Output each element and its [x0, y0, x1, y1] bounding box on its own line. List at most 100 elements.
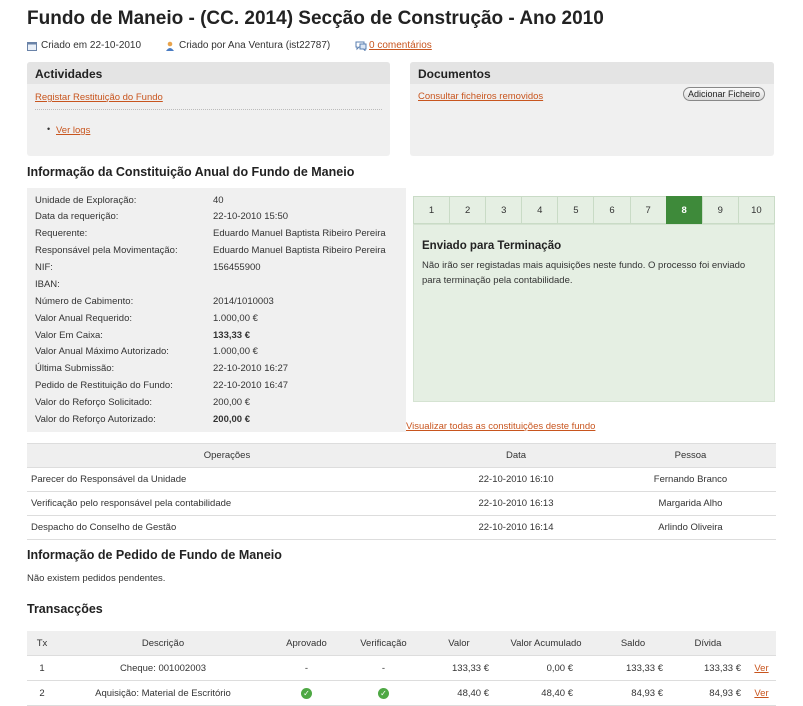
- info-label: Valor Anual Máximo Autorizado:: [35, 346, 169, 357]
- info-label: NIF:: [35, 262, 53, 273]
- column-header: Pessoa: [605, 443, 776, 468]
- table-row: Despacho do Conselho de Gestão 22-10-201…: [27, 515, 776, 540]
- constituicao-info: Unidade de Exploração: 40 Data da requer…: [27, 188, 406, 432]
- data-cell: 22-10-2010 16:10: [427, 467, 605, 492]
- info-label: Última Submissão:: [35, 363, 115, 374]
- pessoa-cell: Arlindo Oliveira: [605, 515, 776, 540]
- created-by-text: Criado por Ana Ventura (ist22787): [179, 40, 331, 51]
- info-value: 133,33 €: [213, 330, 250, 341]
- info-label: Valor Anual Requerido:: [35, 313, 132, 324]
- info-value: 22-10-2010 16:47: [213, 380, 289, 391]
- created-on: Criado em 22-10-2010: [27, 40, 141, 51]
- transaccoes-table: Tx Descrição Aprovado Verificação Valor …: [27, 631, 776, 706]
- info-label: Número de Cabimento:: [35, 296, 134, 307]
- calendar-icon: [27, 41, 37, 51]
- info-value: 22-10-2010 16:27: [213, 363, 289, 374]
- comment-icon: [355, 41, 367, 52]
- check-icon: ✓: [378, 687, 389, 699]
- check-icon: ✓: [301, 687, 312, 699]
- tx-cell: 1: [27, 655, 57, 681]
- transaccoes-title: Transacções: [27, 602, 103, 616]
- column-header: Descrição: [57, 631, 269, 656]
- info-label: Valor do Reforço Solicitado:: [35, 397, 153, 408]
- consultar-removidos-link[interactable]: Consultar ficheiros removidos: [418, 91, 543, 102]
- info-label: Unidade de Exploração:: [35, 195, 137, 206]
- info-label: IBAN:: [35, 279, 60, 290]
- step-2[interactable]: 2: [449, 196, 486, 224]
- info-label: Responsável pela Movimentação:: [35, 245, 178, 256]
- descricao-cell: Cheque: 001002003: [57, 655, 269, 681]
- operacoes-table: Operações Data Pessoa Parecer do Respons…: [27, 443, 776, 540]
- column-header: Dívida: [669, 631, 747, 656]
- status-text-1: Não irão ser registadas mais aquisições …: [422, 260, 746, 271]
- column-header: Operações: [27, 443, 427, 468]
- table-row: 1 Cheque: 001002003 - - 133,33 € 0,00 € …: [27, 655, 776, 681]
- table-header-row: Operações Data Pessoa: [27, 443, 776, 468]
- table-row: Verificação pelo responsável pela contab…: [27, 491, 776, 516]
- status-text-2: para terminação pela contabilidade.: [422, 275, 573, 286]
- step-4[interactable]: 4: [521, 196, 558, 224]
- info-value: Eduardo Manuel Baptista Ribeiro Pereira: [213, 245, 386, 256]
- info-value: 156455900: [213, 262, 261, 273]
- status-title: Enviado para Terminação: [422, 240, 562, 252]
- registar-restituicao-link[interactable]: Registar Restituição do Fundo: [35, 92, 163, 103]
- acumulado-cell: 0,00 €: [495, 655, 597, 681]
- step-7[interactable]: 7: [629, 196, 666, 224]
- valor-cell: 133,33 €: [423, 655, 495, 681]
- info-value: 2014/1010003: [213, 296, 274, 307]
- divida-cell: 133,33 €: [669, 655, 747, 681]
- info-value: 200,00 €: [213, 414, 250, 425]
- column-header: Aprovado: [269, 631, 344, 656]
- column-header: Tx: [27, 631, 57, 656]
- table-row: Parecer do Responsável da Unidade 22-10-…: [27, 467, 776, 492]
- step-6[interactable]: 6: [593, 196, 630, 224]
- page-title: Fundo de Maneio - (CC. 2014) Secção de C…: [27, 8, 604, 29]
- ver-link[interactable]: Ver: [754, 663, 768, 674]
- pessoa-cell: Fernando Branco: [605, 467, 776, 492]
- step-5[interactable]: 5: [557, 196, 594, 224]
- process-steps: 1 2 3 4 5 6 7 8 9 10: [413, 196, 775, 229]
- table-header-row: Tx Descrição Aprovado Verificação Valor …: [27, 631, 776, 656]
- column-header: Data: [427, 443, 605, 468]
- created-by: Criado por Ana Ventura (ist22787): [165, 40, 330, 51]
- verificacao-cell: -: [344, 655, 423, 681]
- info-label: Valor Em Caixa:: [35, 330, 103, 341]
- step-3[interactable]: 3: [485, 196, 522, 224]
- actividades-panel: Actividades Registar Restituição do Fund…: [27, 62, 390, 156]
- actividades-divider: [35, 109, 382, 110]
- actividades-title: Actividades: [35, 67, 103, 81]
- pedido-text: Não existem pedidos pendentes.: [27, 573, 166, 584]
- status-box: Enviado para Terminação Não irão ser reg…: [413, 224, 775, 402]
- bullet: •: [47, 124, 51, 134]
- step-8-active[interactable]: 8: [665, 196, 702, 229]
- column-header-action: [747, 631, 776, 656]
- info-label: Requerente:: [35, 228, 88, 239]
- column-header: Valor Acumulado: [495, 631, 597, 656]
- step-1[interactable]: 1: [413, 196, 450, 224]
- pessoa-cell: Margarida Alho: [605, 491, 776, 516]
- data-cell: 22-10-2010 16:14: [427, 515, 605, 540]
- ver-link[interactable]: Ver: [754, 688, 768, 699]
- aprovado-cell: -: [269, 655, 344, 681]
- column-header: Saldo: [597, 631, 669, 656]
- column-header: Verificação: [344, 631, 423, 656]
- step-9[interactable]: 9: [701, 196, 738, 224]
- ver-logs-link[interactable]: Ver logs: [56, 125, 90, 136]
- column-header: Valor: [423, 631, 495, 656]
- documentos-panel: Documentos Consultar ficheiros removidos: [410, 62, 774, 156]
- pedido-title: Informação de Pedido de Fundo de Maneio: [27, 548, 282, 562]
- info-value: 40: [213, 195, 224, 206]
- comments[interactable]: 0 comentários: [355, 40, 432, 52]
- info-value: 22-10-2010 15:50: [213, 211, 289, 222]
- info-label: Data da requerição:: [35, 211, 119, 222]
- operacao-cell: Parecer do Responsável da Unidade: [27, 467, 427, 492]
- info-label: Valor do Reforço Autorizado:: [35, 414, 156, 425]
- saldo-cell: 133,33 €: [597, 655, 669, 681]
- info-value: Eduardo Manuel Baptista Ribeiro Pereira: [213, 228, 386, 239]
- comments-link[interactable]: 0 comentários: [369, 40, 432, 51]
- operacao-cell: Despacho do Conselho de Gestão: [27, 515, 427, 540]
- adicionar-ficheiro-button[interactable]: Adicionar Ficheiro: [683, 87, 765, 101]
- visualizar-constituicoes-link[interactable]: Visualizar todas as constituições deste …: [406, 421, 595, 432]
- step-10[interactable]: 10: [737, 196, 775, 224]
- info-value: 1.000,00 €: [213, 313, 258, 324]
